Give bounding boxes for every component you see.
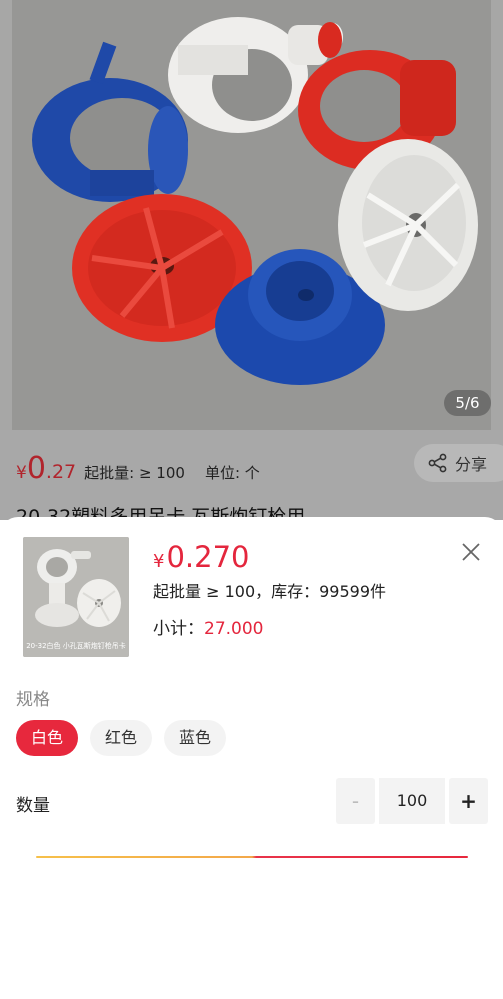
spec-option-red[interactable]: 红色 xyxy=(90,720,153,756)
quantity-increase-button[interactable]: + xyxy=(449,778,488,824)
unit-text: 单位: 个 xyxy=(204,464,260,482)
image-page-counter: 5/6 xyxy=(444,390,491,416)
share-label: 分享 xyxy=(455,455,488,474)
quantity-decrease-button[interactable]: - xyxy=(336,778,375,824)
quantity-label: 数量 xyxy=(16,796,50,816)
price-integer: 0 xyxy=(26,451,46,486)
subtotal-label: 小计： xyxy=(153,619,204,639)
quantity-stepper: - 100 + xyxy=(336,778,488,824)
sku-price: ¥ 0.270 xyxy=(153,541,249,573)
sku-currency-symbol: ¥ xyxy=(153,551,165,572)
price-decimal: .27 xyxy=(45,461,77,483)
sku-price-value: 0.270 xyxy=(166,540,250,574)
quantity-input[interactable]: 100 xyxy=(379,778,445,824)
subtotal: 小计：27.000 xyxy=(153,614,263,639)
spec-options: 白色 红色 蓝色 xyxy=(16,720,238,756)
stock-info: 起批量 ≥ 100，库存：99599件 xyxy=(153,582,387,601)
spec-option-white[interactable]: 白色 xyxy=(16,720,79,756)
sku-thumbnail-image xyxy=(23,537,129,657)
currency-symbol: ¥ xyxy=(16,463,27,483)
share-icon xyxy=(428,453,447,473)
spec-option-blue[interactable]: 蓝色 xyxy=(164,720,227,756)
subtotal-value: 27.000 xyxy=(204,619,264,639)
sku-thumbnail-caption: 20-32白色 小孔瓦斯炮钉枪吊卡 xyxy=(26,642,126,650)
product-price-line: ¥ 0 .27 起批量: ≥ 100 单位: 个 xyxy=(16,454,280,484)
product-summary: ¥ 0 .27 起批量: ≥ 100 单位: 个 分享 20-32塑料多用吊卡 … xyxy=(0,430,503,528)
close-button[interactable] xyxy=(458,539,484,565)
share-button[interactable]: 分享 xyxy=(414,444,503,482)
spec-label: 规格 xyxy=(16,690,50,710)
min-order-text: 起批量: ≥ 100 xyxy=(84,464,185,482)
sku-selector-sheet: 20-32白色 小孔瓦斯炮钉枪吊卡 ¥ 0.270 起批量 ≥ 100，库存：9… xyxy=(0,517,503,999)
product-image-carousel[interactable]: 5/6 xyxy=(0,0,503,430)
close-icon xyxy=(462,543,480,561)
action-buttons-edge[interactable] xyxy=(36,856,468,858)
product-photo xyxy=(0,0,503,430)
sku-thumbnail[interactable]: 20-32白色 小孔瓦斯炮钉枪吊卡 xyxy=(23,537,129,657)
